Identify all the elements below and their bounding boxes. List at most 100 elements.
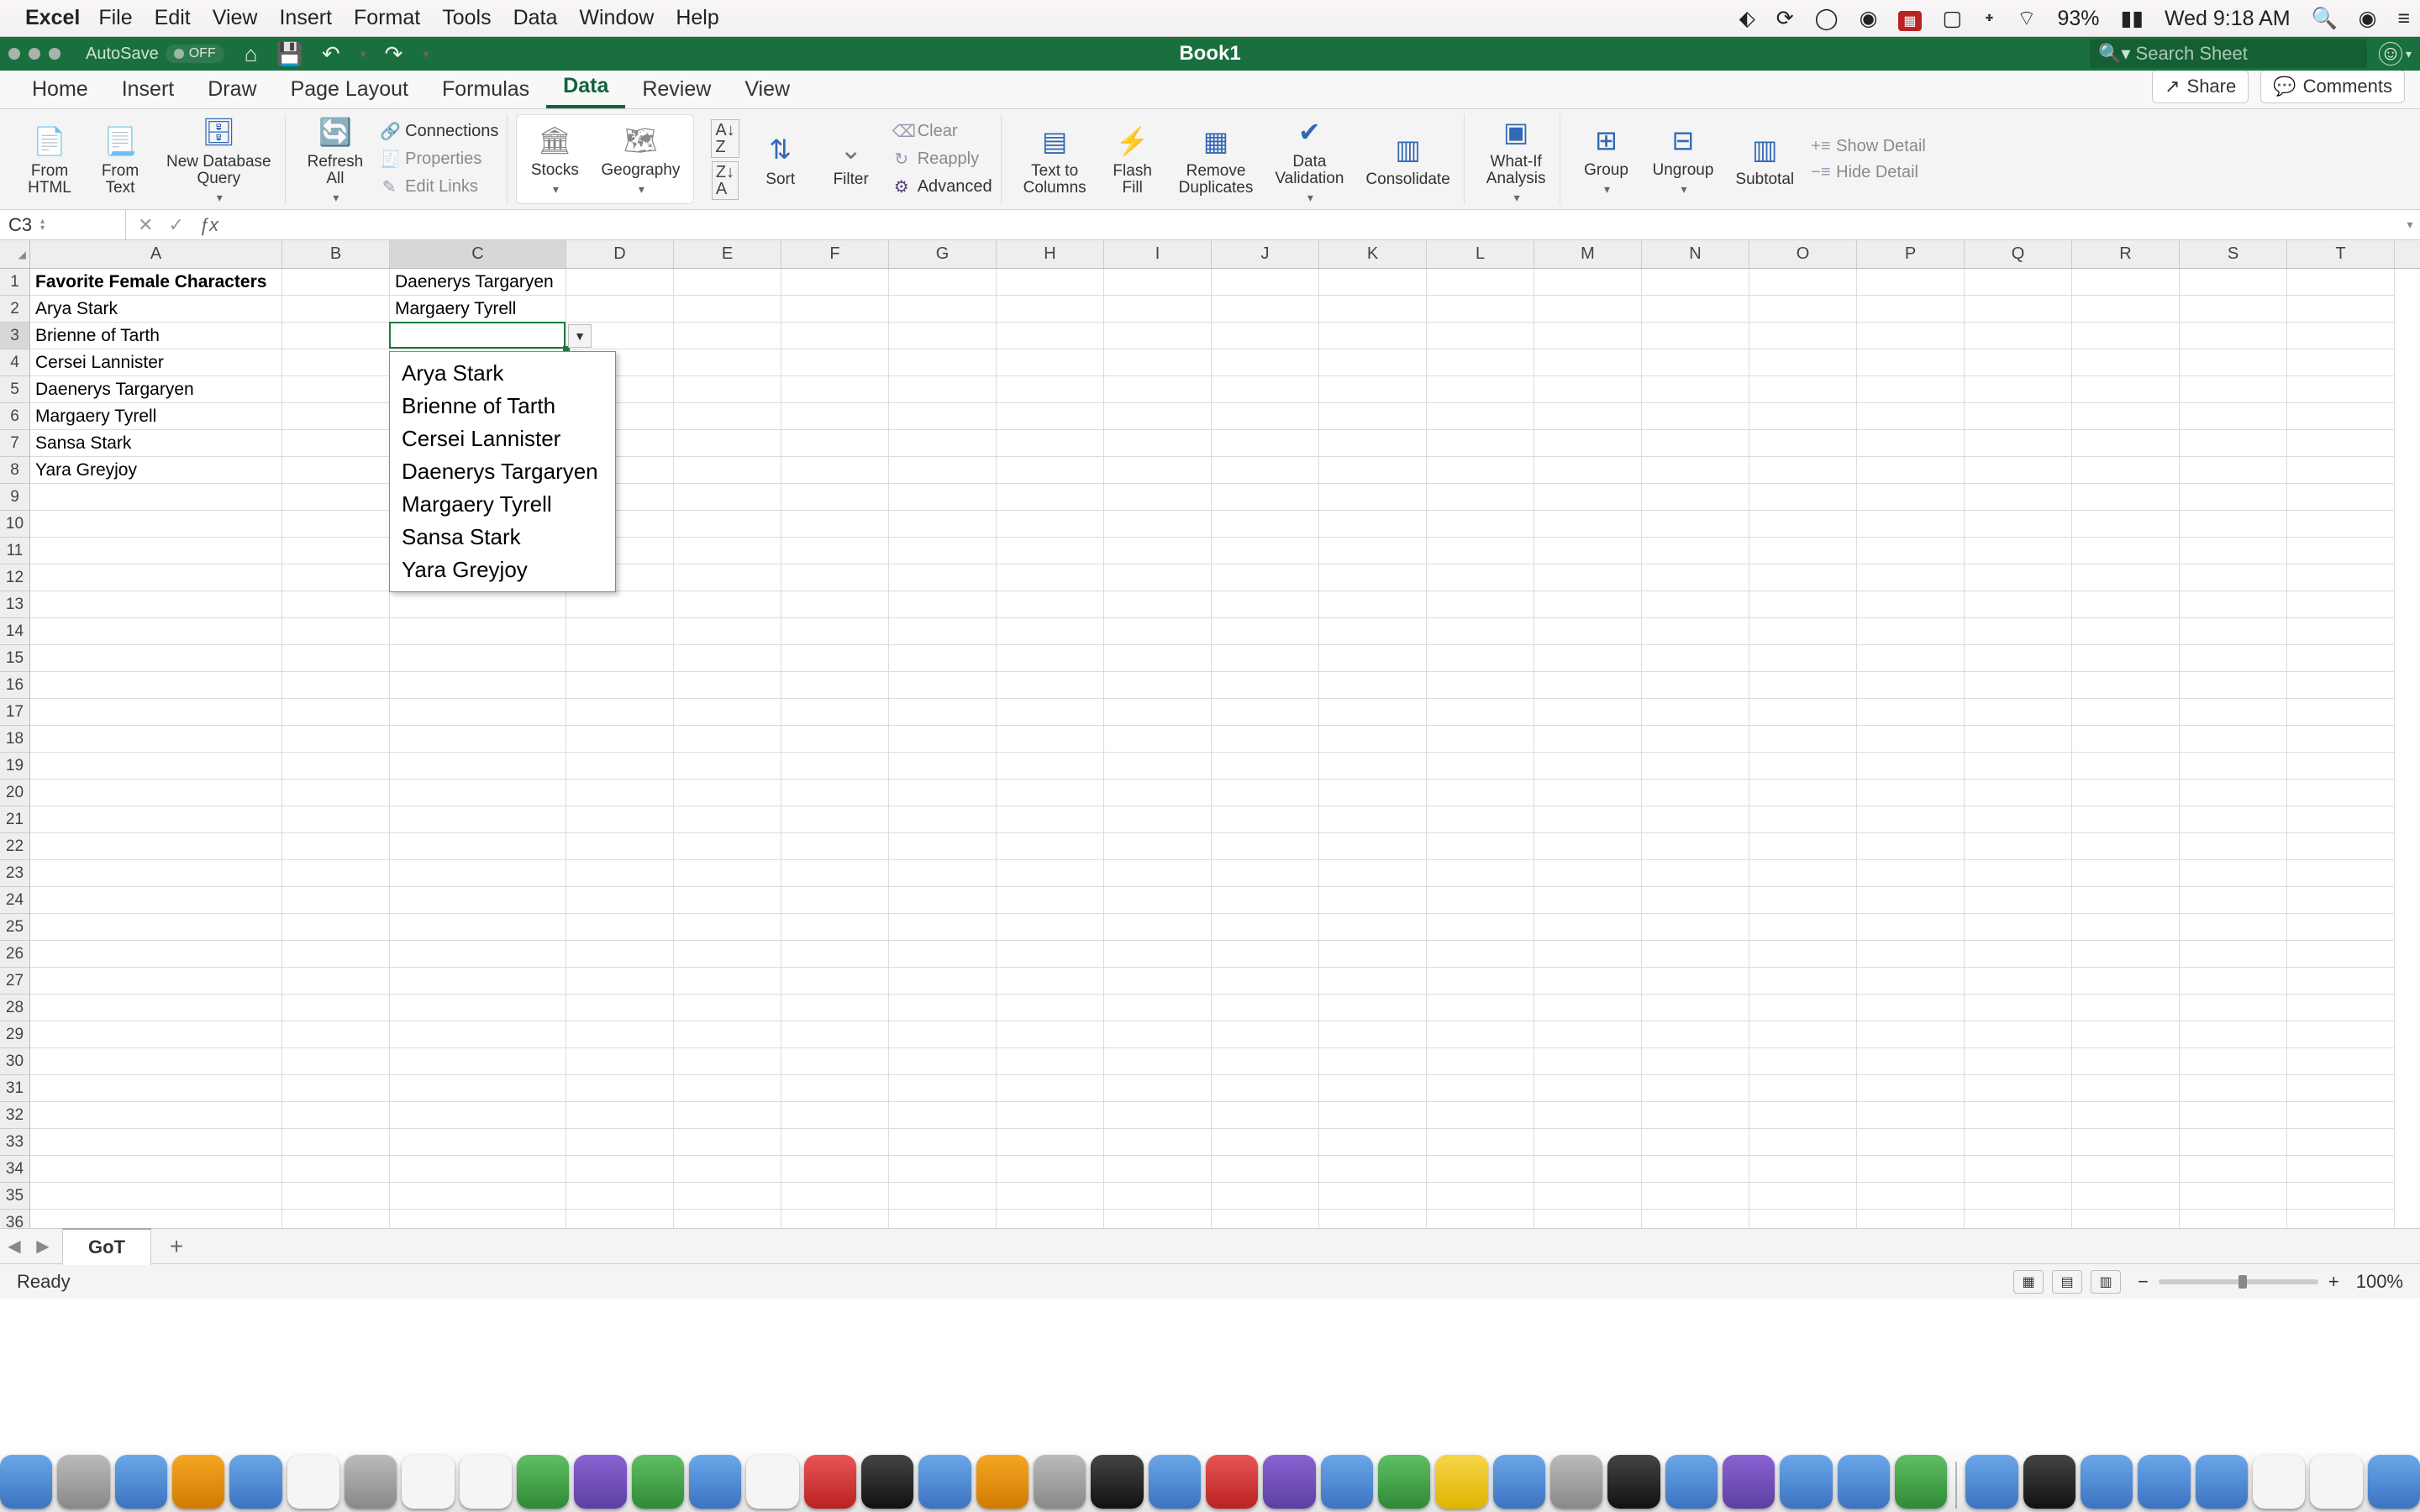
cell-Q9[interactable] <box>1965 484 2072 511</box>
cell-C29[interactable] <box>390 1021 566 1048</box>
cell-L5[interactable] <box>1427 376 1534 403</box>
cell-S22[interactable] <box>2180 833 2287 860</box>
cell-E15[interactable] <box>674 645 781 672</box>
cell-T23[interactable] <box>2287 860 2395 887</box>
cell-J23[interactable] <box>1212 860 1319 887</box>
cell-D17[interactable] <box>566 699 674 726</box>
cell-E12[interactable] <box>674 564 781 591</box>
cell-H20[interactable] <box>997 780 1104 806</box>
cell-C14[interactable] <box>390 618 566 645</box>
col-header-R[interactable]: R <box>2072 240 2180 268</box>
cell-O29[interactable] <box>1749 1021 1857 1048</box>
cell-I36[interactable] <box>1104 1210 1212 1228</box>
cell-R36[interactable] <box>2072 1210 2180 1228</box>
group-button[interactable]: ⊞Group▾ <box>1577 118 1636 200</box>
cell-F7[interactable] <box>781 430 889 457</box>
cell-P19[interactable] <box>1857 753 1965 780</box>
cell-A14[interactable] <box>30 618 282 645</box>
cell-F30[interactable] <box>781 1048 889 1075</box>
cell-E14[interactable] <box>674 618 781 645</box>
view-normal-button[interactable]: ▦ <box>2013 1270 2044 1294</box>
cell-H4[interactable] <box>997 349 1104 376</box>
cell-A12[interactable] <box>30 564 282 591</box>
cell-D14[interactable] <box>566 618 674 645</box>
cell-P18[interactable] <box>1857 726 1965 753</box>
cell-K15[interactable] <box>1319 645 1427 672</box>
cell-H29[interactable] <box>997 1021 1104 1048</box>
cell-N16[interactable] <box>1642 672 1749 699</box>
cell-A32[interactable] <box>30 1102 282 1129</box>
zoom-in-button[interactable]: + <box>2328 1271 2339 1293</box>
cell-R27[interactable] <box>2072 968 2180 995</box>
cell-B26[interactable] <box>282 941 390 968</box>
cell-M11[interactable] <box>1534 538 1642 564</box>
cell-Q25[interactable] <box>1965 914 2072 941</box>
cell-Q33[interactable] <box>1965 1129 2072 1156</box>
cell-I6[interactable] <box>1104 403 1212 430</box>
cell-R5[interactable] <box>2072 376 2180 403</box>
cell-D19[interactable] <box>566 753 674 780</box>
cell-G15[interactable] <box>889 645 997 672</box>
data-validation-button[interactable]: ✔Data Validation▾ <box>1270 110 1349 208</box>
cell-Q35[interactable] <box>1965 1183 2072 1210</box>
cell-B3[interactable] <box>282 323 390 349</box>
cell-S7[interactable] <box>2180 430 2287 457</box>
cell-K10[interactable] <box>1319 511 1427 538</box>
tab-insert[interactable]: Insert <box>105 71 192 108</box>
cell-G27[interactable] <box>889 968 997 995</box>
cell-E32[interactable] <box>674 1102 781 1129</box>
cell-H8[interactable] <box>997 457 1104 484</box>
close-window-button[interactable] <box>8 48 20 60</box>
cell-T3[interactable] <box>2287 323 2395 349</box>
cell-N14[interactable] <box>1642 618 1749 645</box>
row-header-15[interactable]: 15 <box>0 645 30 672</box>
cell-T35[interactable] <box>2287 1183 2395 1210</box>
cell-C19[interactable] <box>390 753 566 780</box>
cell-H1[interactable] <box>997 269 1104 296</box>
cell-P22[interactable] <box>1857 833 1965 860</box>
cell-O12[interactable] <box>1749 564 1857 591</box>
cell-R13[interactable] <box>2072 591 2180 618</box>
cell-D31[interactable] <box>566 1075 674 1102</box>
sync-icon[interactable]: ⟳ <box>1776 6 1794 31</box>
cell-O28[interactable] <box>1749 995 1857 1021</box>
col-header-T[interactable]: T <box>2287 240 2395 268</box>
formula-input[interactable] <box>230 210 2400 239</box>
cell-G3[interactable] <box>889 323 997 349</box>
cell-F27[interactable] <box>781 968 889 995</box>
cell-K17[interactable] <box>1319 699 1427 726</box>
share-button[interactable]: ↗Share <box>2152 70 2249 103</box>
cell-A28[interactable] <box>30 995 282 1021</box>
cell-F4[interactable] <box>781 349 889 376</box>
cell-J1[interactable] <box>1212 269 1319 296</box>
cell-L12[interactable] <box>1427 564 1534 591</box>
cell-J36[interactable] <box>1212 1210 1319 1228</box>
cell-S12[interactable] <box>2180 564 2287 591</box>
dock-app-excel[interactable] <box>1895 1455 1947 1509</box>
cell-D22[interactable] <box>566 833 674 860</box>
geography-button[interactable]: 🗺Geography▾ <box>596 118 685 200</box>
cell-K32[interactable] <box>1319 1102 1427 1129</box>
cell-T30[interactable] <box>2287 1048 2395 1075</box>
cell-T19[interactable] <box>2287 753 2395 780</box>
cell-G16[interactable] <box>889 672 997 699</box>
row-header-6[interactable]: 6 <box>0 403 30 430</box>
cell-O4[interactable] <box>1749 349 1857 376</box>
cell-C13[interactable] <box>390 591 566 618</box>
cell-A3[interactable]: Brienne of Tarth <box>30 323 282 349</box>
cell-P10[interactable] <box>1857 511 1965 538</box>
cell-N28[interactable] <box>1642 995 1749 1021</box>
cell-C33[interactable] <box>390 1129 566 1156</box>
cell-P16[interactable] <box>1857 672 1965 699</box>
cell-S29[interactable] <box>2180 1021 2287 1048</box>
cell-J31[interactable] <box>1212 1075 1319 1102</box>
cell-G33[interactable] <box>889 1129 997 1156</box>
cell-O22[interactable] <box>1749 833 1857 860</box>
sheet-nav-prev[interactable]: ◀ <box>0 1236 29 1257</box>
cell-E20[interactable] <box>674 780 781 806</box>
cell-O10[interactable] <box>1749 511 1857 538</box>
cell-I29[interactable] <box>1104 1021 1212 1048</box>
cell-S14[interactable] <box>2180 618 2287 645</box>
reapply-button[interactable]: ↻Reapply <box>892 147 992 171</box>
cell-K28[interactable] <box>1319 995 1427 1021</box>
